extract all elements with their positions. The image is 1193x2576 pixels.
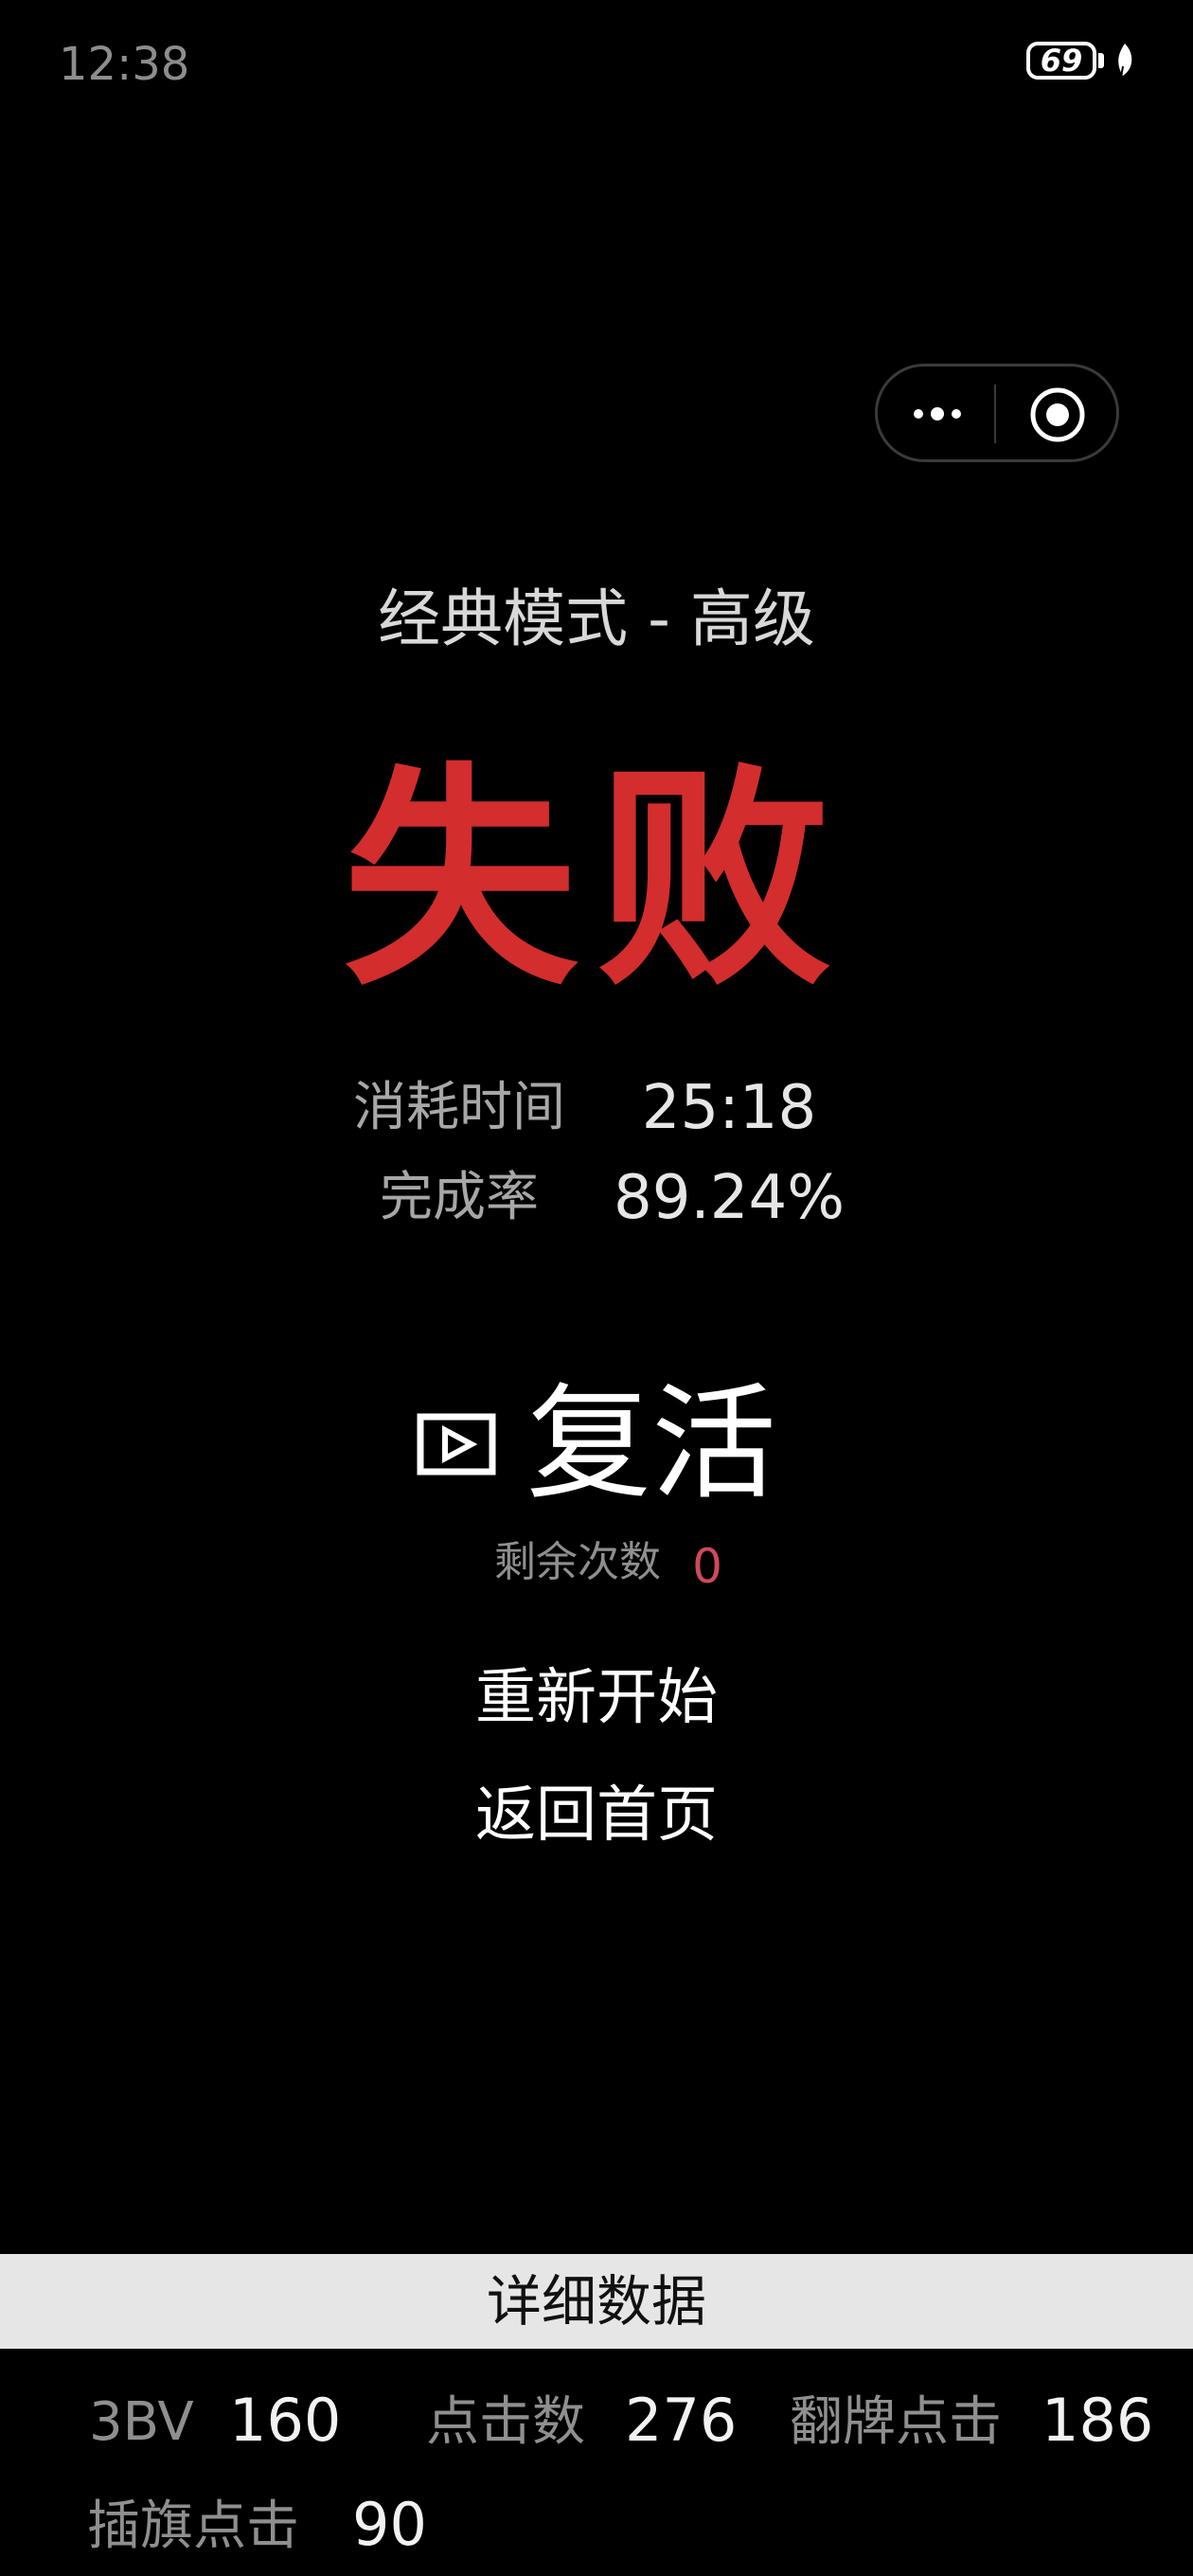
detail-header[interactable]: 详细数据: [0, 2254, 1193, 2349]
time-value: 25:18: [641, 1073, 817, 1143]
flag-click-value: 90: [352, 2490, 427, 2559]
battery-icon: 69: [1026, 42, 1096, 80]
reveal-click-value: 186: [1042, 2386, 1154, 2455]
completion-label: 完成率: [380, 1167, 539, 1228]
revive-button[interactable]: 复活: [0, 1373, 1193, 1515]
target-icon[interactable]: [1029, 386, 1086, 443]
remaining-label: 剩余次数: [494, 1538, 661, 1586]
flag-click-label: 插旗点击: [87, 2496, 299, 2557]
mode-title: 经典模式 - 高级: [378, 582, 815, 655]
more-icon[interactable]: [909, 398, 966, 430]
revive-label: 复活: [526, 1371, 776, 1517]
bv-value: 160: [229, 2386, 342, 2455]
battery-tip: [1098, 53, 1104, 68]
time-label: 消耗时间: [353, 1077, 565, 1138]
result-title: 失败: [343, 744, 850, 1017]
restart-button[interactable]: 重新开始: [0, 1655, 1193, 1741]
bv-label: 3BV: [89, 2391, 194, 2453]
clicks-value: 276: [625, 2386, 738, 2455]
clicks-label: 点击数: [426, 2391, 585, 2453]
status-time: 12:38: [59, 38, 190, 91]
remaining-value: 0: [692, 1539, 722, 1594]
capsule-divider: [994, 385, 996, 443]
leaf-icon: [1118, 44, 1132, 79]
completion-value: 89.24%: [613, 1163, 846, 1233]
home-button[interactable]: 返回首页: [0, 1773, 1193, 1858]
reveal-click-label: 翻牌点击: [790, 2391, 1002, 2453]
video-play-icon: [417, 1413, 496, 1476]
